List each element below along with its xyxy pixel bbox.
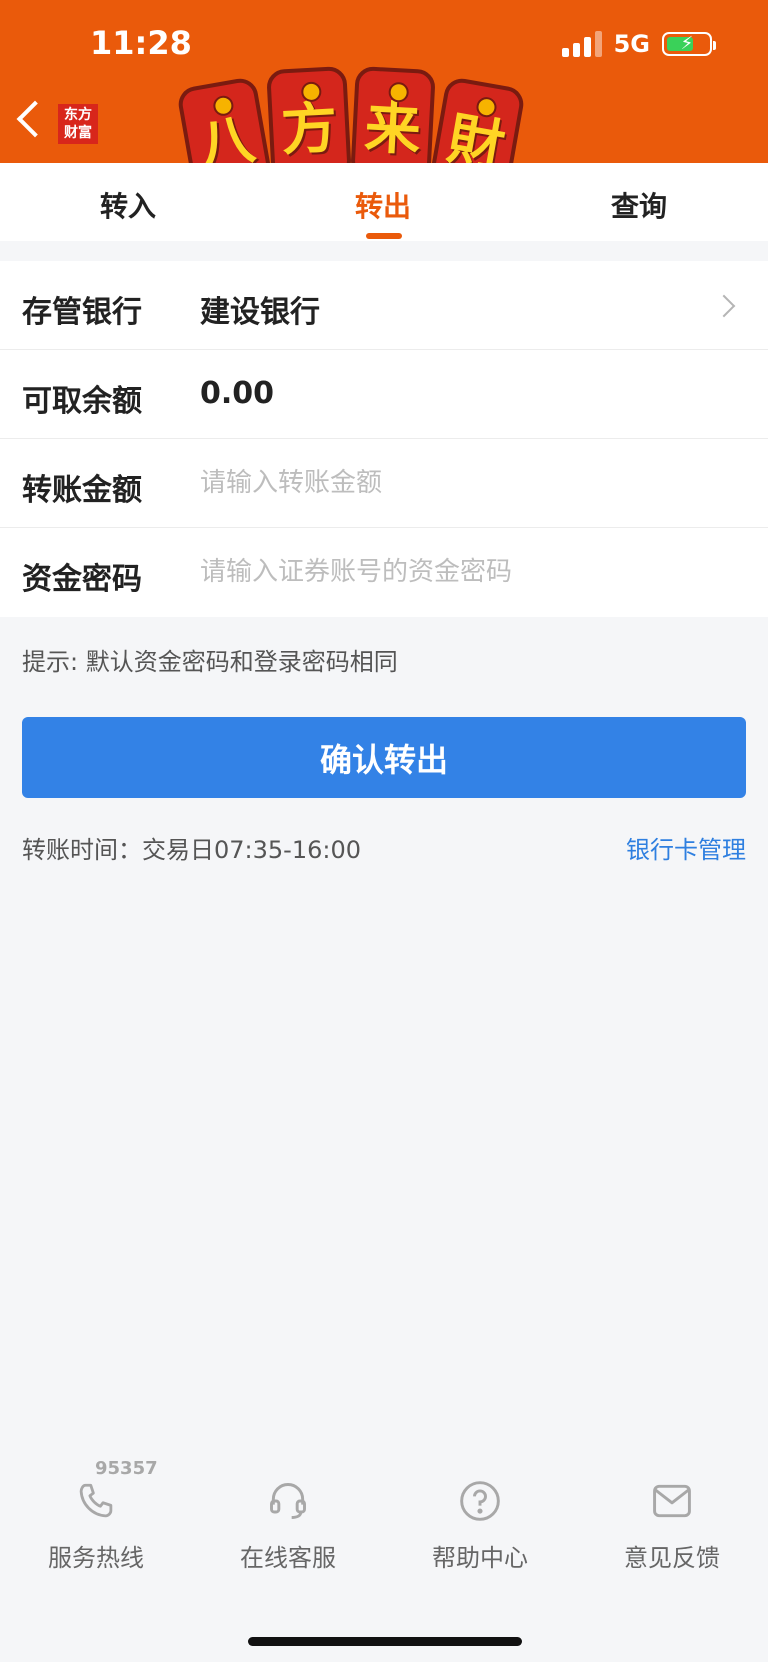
bank-row[interactable]: 存管银行 建设银行 bbox=[0, 261, 768, 350]
brand-logo: 东方 财富 bbox=[58, 104, 98, 144]
active-tab-indicator bbox=[366, 233, 402, 239]
hotline-label: 服务热线 bbox=[48, 1544, 144, 1572]
help-center-item[interactable]: 帮助中心 bbox=[384, 1478, 576, 1578]
amount-row: 转账金额 bbox=[0, 439, 768, 528]
tab-bar: 转入 转出 查询 bbox=[0, 163, 768, 241]
balance-value: 0.00 bbox=[200, 376, 275, 411]
help-center-label: 帮助中心 bbox=[432, 1544, 528, 1572]
chevron-right-icon bbox=[712, 294, 736, 318]
hotline-item[interactable]: 95357 服务热线 bbox=[0, 1458, 192, 1578]
help-icon bbox=[457, 1478, 503, 1524]
tip-text: 提示: 默认资金密码和登录密码相同 bbox=[22, 648, 398, 676]
hotline-number: 95357 bbox=[95, 1458, 158, 1479]
online-service-item[interactable]: 在线客服 bbox=[192, 1478, 384, 1578]
phone-icon bbox=[73, 1478, 119, 1524]
tab-transfer-in[interactable]: 转入 bbox=[100, 185, 156, 225]
confirm-transfer-out-button[interactable]: 确认转出 bbox=[22, 717, 746, 798]
battery-icon: ⚡ bbox=[662, 32, 716, 56]
signal-icon bbox=[561, 31, 602, 57]
header-bar: 11:28 5G ⚡ 东方 财富 八 方 来 財 bbox=[0, 0, 768, 201]
amount-input[interactable] bbox=[200, 457, 720, 509]
back-icon[interactable] bbox=[16, 100, 54, 138]
tab-query[interactable]: 查询 bbox=[611, 185, 667, 225]
status-time: 11:28 bbox=[90, 24, 192, 62]
bank-label: 存管银行 bbox=[22, 295, 142, 330]
tab-transfer-out[interactable]: 转出 bbox=[355, 185, 411, 225]
online-service-label: 在线客服 bbox=[240, 1544, 336, 1572]
status-icons: 5G ⚡ bbox=[561, 30, 716, 58]
amount-label: 转账金额 bbox=[22, 473, 142, 508]
transfer-form: 存管银行 建设银行 可取余额 0.00 转账金额 资金密码 bbox=[0, 261, 768, 617]
feedback-item[interactable]: 意见反馈 bbox=[576, 1478, 768, 1578]
home-indicator bbox=[248, 1637, 522, 1646]
bottom-service-bar: 95357 服务热线 在线客服 帮助中心 意见反馈 bbox=[0, 1458, 768, 1578]
balance-row: 可取余额 0.00 bbox=[0, 350, 768, 439]
feedback-label: 意见反馈 bbox=[624, 1544, 720, 1572]
fund-password-input[interactable] bbox=[200, 546, 720, 598]
network-type: 5G bbox=[613, 30, 650, 58]
mail-icon bbox=[649, 1478, 695, 1524]
password-label: 资金密码 bbox=[22, 562, 142, 597]
headset-icon bbox=[265, 1478, 311, 1524]
transfer-time-text: 转账时间：交易日07:35-16:00 bbox=[22, 836, 361, 864]
password-row: 资金密码 bbox=[0, 528, 768, 617]
balance-label: 可取余额 bbox=[22, 384, 142, 419]
bank-card-manage-link[interactable]: 银行卡管理 bbox=[626, 830, 746, 865]
bank-value: 建设银行 bbox=[200, 295, 320, 330]
